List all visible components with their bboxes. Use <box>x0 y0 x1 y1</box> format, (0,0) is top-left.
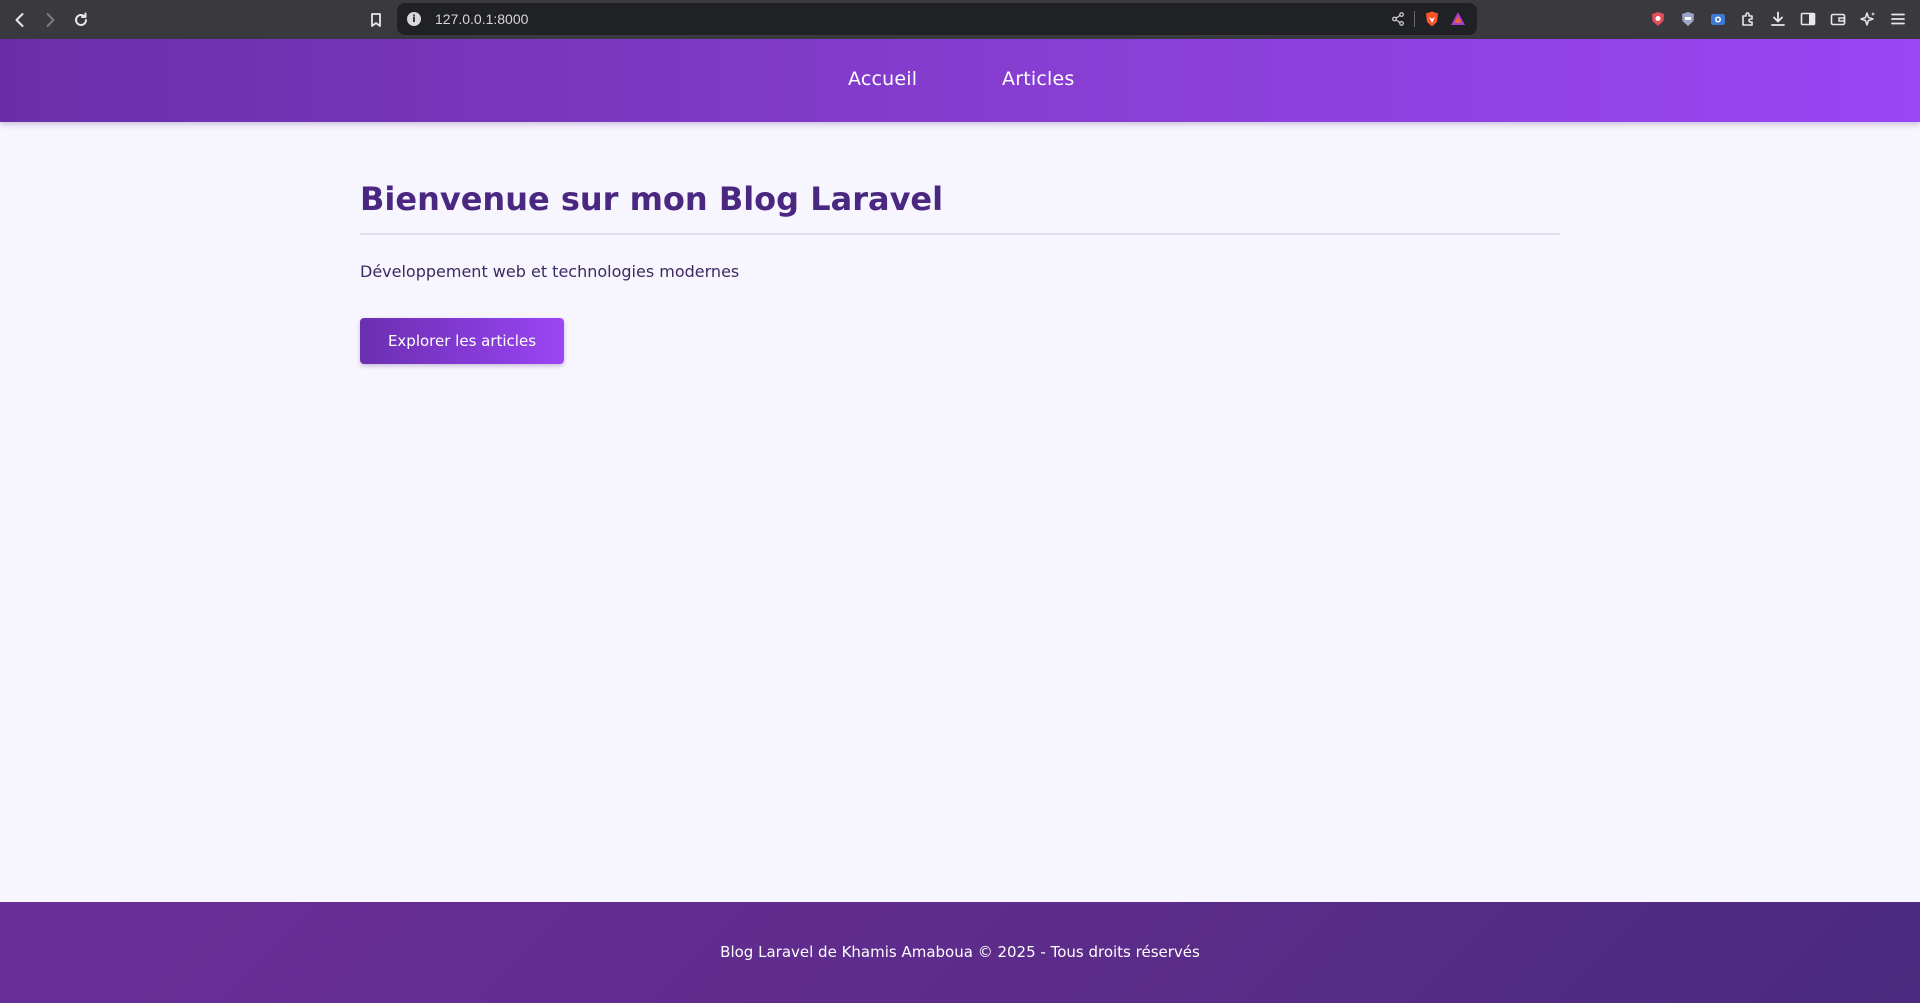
title-divider <box>360 233 1560 235</box>
sidebar-icon <box>1800 12 1816 26</box>
reload-button[interactable] <box>67 6 95 34</box>
back-icon <box>15 13 24 27</box>
url-separator <box>1414 11 1415 27</box>
downloads-icon <box>1771 11 1785 26</box>
back-button[interactable] <box>6 6 34 34</box>
shield-extension-icon <box>1652 12 1664 26</box>
site-footer: Blog Laravel de Khamis Amaboua © 2025 - … <box>0 902 1920 1003</box>
reload-icon <box>75 12 87 26</box>
brave-rewards-icon[interactable] <box>1449 10 1467 28</box>
site-info-icon[interactable]: i <box>407 12 421 26</box>
forward-button[interactable] <box>36 6 64 34</box>
share-icon[interactable] <box>1390 11 1406 27</box>
sidebar-button[interactable] <box>1797 8 1819 30</box>
forward-icon <box>46 13 55 27</box>
menu-button[interactable] <box>1887 8 1909 30</box>
footer-copyright: Blog Laravel de Khamis Amaboua © 2025 - … <box>720 943 1200 961</box>
leo-ai-icon <box>1860 12 1875 26</box>
extensions-button[interactable] <box>1737 8 1759 30</box>
nav-link-articles[interactable]: Articles <box>1002 68 1074 90</box>
screenshot-extension-icon <box>1711 14 1725 25</box>
address-bar[interactable]: i 127.0.0.1:8000 <box>397 3 1477 35</box>
browser-toolbar: i 127.0.0.1:8000 <box>0 0 1920 39</box>
leo-ai-button[interactable] <box>1857 8 1879 30</box>
nav-link-accueil[interactable]: Accueil <box>848 68 917 90</box>
site-header: Accueil Articles <box>0 39 1920 122</box>
screenshot-extension-button[interactable] <box>1707 8 1729 30</box>
bookmark-button[interactable] <box>362 6 390 34</box>
wallet-icon <box>1830 13 1846 26</box>
privacy-badger-button[interactable] <box>1677 8 1699 30</box>
page-subtitle: Développement web et technologies modern… <box>360 262 740 281</box>
privacy-badger-icon <box>1682 12 1694 26</box>
extensions-icon <box>1742 12 1753 26</box>
url-text[interactable]: 127.0.0.1:8000 <box>435 11 528 27</box>
menu-icon <box>1891 13 1905 25</box>
downloads-button[interactable] <box>1767 8 1789 30</box>
page-title: Bienvenue sur mon Blog Laravel <box>360 180 944 218</box>
brave-shields-icon[interactable] <box>1423 10 1441 28</box>
explore-articles-button[interactable]: Explorer les articles <box>360 318 564 364</box>
shield-extension-button[interactable] <box>1647 8 1669 30</box>
bookmark-icon <box>371 13 381 27</box>
wallet-button[interactable] <box>1827 8 1849 30</box>
